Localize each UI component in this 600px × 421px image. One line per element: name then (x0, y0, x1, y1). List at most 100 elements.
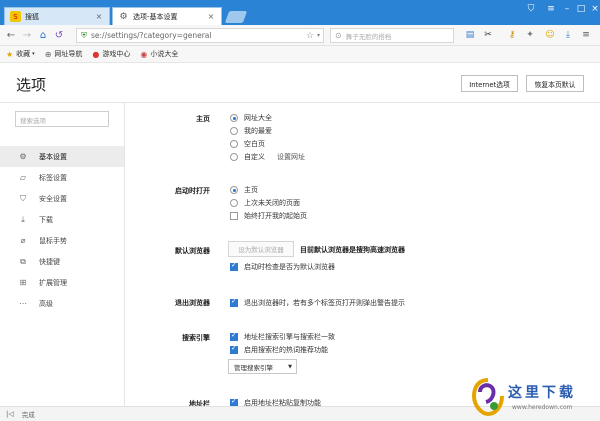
close-icon[interactable]: × (94, 12, 104, 21)
radio[interactable] (230, 127, 238, 135)
book-icon: ◉ (140, 49, 148, 59)
page-header: 选项 Internet选项 恢复本页默认 (0, 63, 600, 103)
sidebar-item-download[interactable]: ⤓ 下载 (0, 209, 124, 230)
bookmark-label: 小说大全 (150, 50, 179, 58)
option-label: 启动时检查是否为默认浏览器 (244, 263, 335, 271)
forward-icon[interactable]: → (20, 28, 34, 42)
radio-selected[interactable] (230, 114, 238, 122)
radio[interactable] (230, 140, 238, 148)
smile-icon[interactable]: ☺ (544, 29, 556, 41)
download-icon[interactable]: ⤓ (562, 29, 574, 41)
shield-icon: ⛉ (20, 193, 26, 203)
option-label: 始终打开我的起始页 (244, 212, 307, 220)
bookmark-favorites[interactable]: ★ 收藏 ▾ (6, 49, 35, 59)
bookmark-nav[interactable]: ⊕ 网址导航 (45, 49, 83, 59)
tab-settings[interactable]: ⚙ 选项-基本设置 × (112, 7, 222, 25)
key-icon[interactable]: ⚷ (506, 29, 518, 41)
bookmark-games[interactable]: ● 游戏中心 (92, 49, 130, 59)
default-browser-label: 默认浏览器 (175, 247, 210, 255)
dropdown-label: 管理搜索引擎 (234, 363, 273, 372)
home-icon[interactable]: ⌂ (36, 28, 50, 42)
watermark: 这里下载 www.heredown.com (472, 374, 600, 421)
shortcut-icon: ⧉ (20, 256, 26, 266)
option-label: 网址大全 (244, 114, 272, 122)
sidebar-item-tabs[interactable]: ⏥ 标签设置 (0, 167, 124, 188)
set-default-browser-button[interactable]: 设为默认浏览器 (228, 241, 294, 257)
search-box[interactable]: ⊙ 舞子无脸的搭档 (330, 28, 454, 43)
hot-words-checkbox[interactable]: 启用搜索栏的热词推荐功能 (230, 344, 328, 355)
startup-option-home[interactable]: 主页 (230, 185, 258, 195)
sidebar-item-gestures[interactable]: ⌀ 鼠标手势 (0, 230, 124, 251)
bookmark-label: 游戏中心 (102, 50, 131, 58)
gear-icon: ⚙ (19, 152, 27, 161)
option-label: 启用搜索栏的热词推荐功能 (244, 346, 328, 354)
checkbox-checked[interactable] (230, 261, 238, 271)
shirt-icon[interactable]: ⛉ (524, 4, 538, 14)
options-search-input[interactable]: 搜索选项 (15, 111, 109, 127)
exit-warning-checkbox[interactable]: 退出浏览器时，若有多个标签页打开则弹出警告提示 (230, 297, 405, 308)
homepage-option-favorites[interactable]: 我的最爱 (230, 126, 272, 136)
new-tab-button[interactable] (224, 11, 248, 23)
sidebar-toggle-icon[interactable]: |◁ (6, 410, 14, 418)
address-bar[interactable]: ⛨ se://settings/?category=general ☆ ▾ (76, 28, 324, 43)
sidebar-item-label: 标签设置 (39, 173, 67, 182)
search-engine-icon[interactable]: ⊙ (335, 31, 342, 40)
mouse-icon: ⌀ (20, 236, 26, 245)
tools-icon[interactable]: ✦ (524, 29, 536, 41)
restore-defaults-button[interactable]: 恢复本页默认 (526, 75, 584, 92)
minimize-icon[interactable]: – (560, 4, 574, 14)
maximize-icon[interactable]: □ (574, 4, 588, 14)
tab-sohu[interactable]: S 搜狐 × (4, 7, 110, 25)
bookmark-star-icon[interactable]: ☆ (306, 31, 314, 41)
checkbox[interactable] (230, 212, 238, 220)
sidebar-item-advanced[interactable]: ⋯ 高级 (0, 293, 124, 314)
settings-sidebar: 搜索选项 ⚙ 基本设置 ⏥ 标签设置 ⛉ 安全设置 ⤓ 下载 ⌀ 鼠标手势 ⧉ … (0, 103, 125, 406)
homepage-option-blank[interactable]: 空白页 (230, 139, 265, 149)
checkbox-checked[interactable] (230, 331, 238, 341)
download-icon: ⤓ (21, 214, 25, 224)
chevron-down-icon: ▼ (288, 363, 292, 370)
dots-icon: ⋯ (19, 299, 27, 308)
sidebar-item-shortcuts[interactable]: ⧉ 快捷键 (0, 251, 124, 272)
tab-icon: ⏥ (19, 173, 27, 182)
internet-options-button[interactable]: Internet选项 (461, 75, 518, 92)
search-placeholder: 舞子无脸的搭档 (345, 32, 392, 41)
search-engine-sync-checkbox[interactable]: 地址栏搜索引擎与搜索栏一致 (230, 331, 335, 342)
check-default-browser-checkbox[interactable]: 启动时检查是否为默认浏览器 (230, 261, 335, 272)
homepage-option-custom[interactable]: 自定义 设置网址 (230, 152, 305, 162)
sohu-favicon-icon: S (10, 11, 21, 22)
screenshot-icon[interactable]: ✂ (482, 29, 494, 41)
radio-selected[interactable] (230, 186, 238, 194)
menu-icon[interactable]: ≡ (580, 29, 592, 41)
sidebar-item-security[interactable]: ⛉ 安全设置 (0, 188, 124, 209)
dropdown-arrow-icon[interactable]: ▾ (317, 32, 320, 39)
radio[interactable] (230, 199, 238, 207)
back-icon[interactable]: ← (4, 28, 18, 42)
close-window-icon[interactable]: × (588, 4, 600, 14)
undo-icon[interactable]: ↺ (52, 28, 66, 42)
bookmarks-bar: ★ 收藏 ▾ ⊕ 网址导航 ● 游戏中心 ◉ 小说大全 (0, 46, 600, 63)
bookmark-label: 网址导航 (54, 50, 83, 58)
close-icon[interactable]: × (206, 12, 216, 21)
bookmark-novels[interactable]: ◉ 小说大全 (140, 49, 178, 59)
set-url-link[interactable]: 设置网址 (277, 152, 305, 162)
startup-option-last-session[interactable]: 上次未关闭的页面 (230, 198, 300, 208)
extension-icon[interactable]: ▤ (464, 29, 476, 41)
checkbox-checked[interactable] (230, 344, 238, 354)
game-icon: ● (92, 49, 100, 59)
option-label: 空白页 (244, 140, 265, 148)
grid-icon: ⊞ (19, 278, 27, 287)
checkbox-checked[interactable] (230, 297, 238, 307)
homepage-option-nav[interactable]: 网址大全 (230, 113, 272, 123)
nav-toolbar: ← → ⌂ ↺ ⛨ se://settings/?category=genera… (0, 25, 600, 46)
sidebar-item-extensions[interactable]: ⊞ 扩展管理 (0, 272, 124, 293)
sidebar-item-label: 鼠标手势 (39, 236, 67, 245)
option-label: 主页 (244, 186, 258, 194)
sidebar-item-basic[interactable]: ⚙ 基本设置 (0, 146, 124, 167)
startup-always-open-checkbox[interactable]: 始终打开我的起始页 (230, 211, 307, 221)
tab-label: 搜狐 (25, 12, 39, 21)
menu-icon[interactable]: ≡ (544, 4, 558, 14)
manage-search-engines-dropdown[interactable]: 管理搜索引擎 ▼ (228, 359, 297, 374)
radio[interactable] (230, 153, 238, 161)
globe-icon: ⊕ (44, 49, 52, 59)
